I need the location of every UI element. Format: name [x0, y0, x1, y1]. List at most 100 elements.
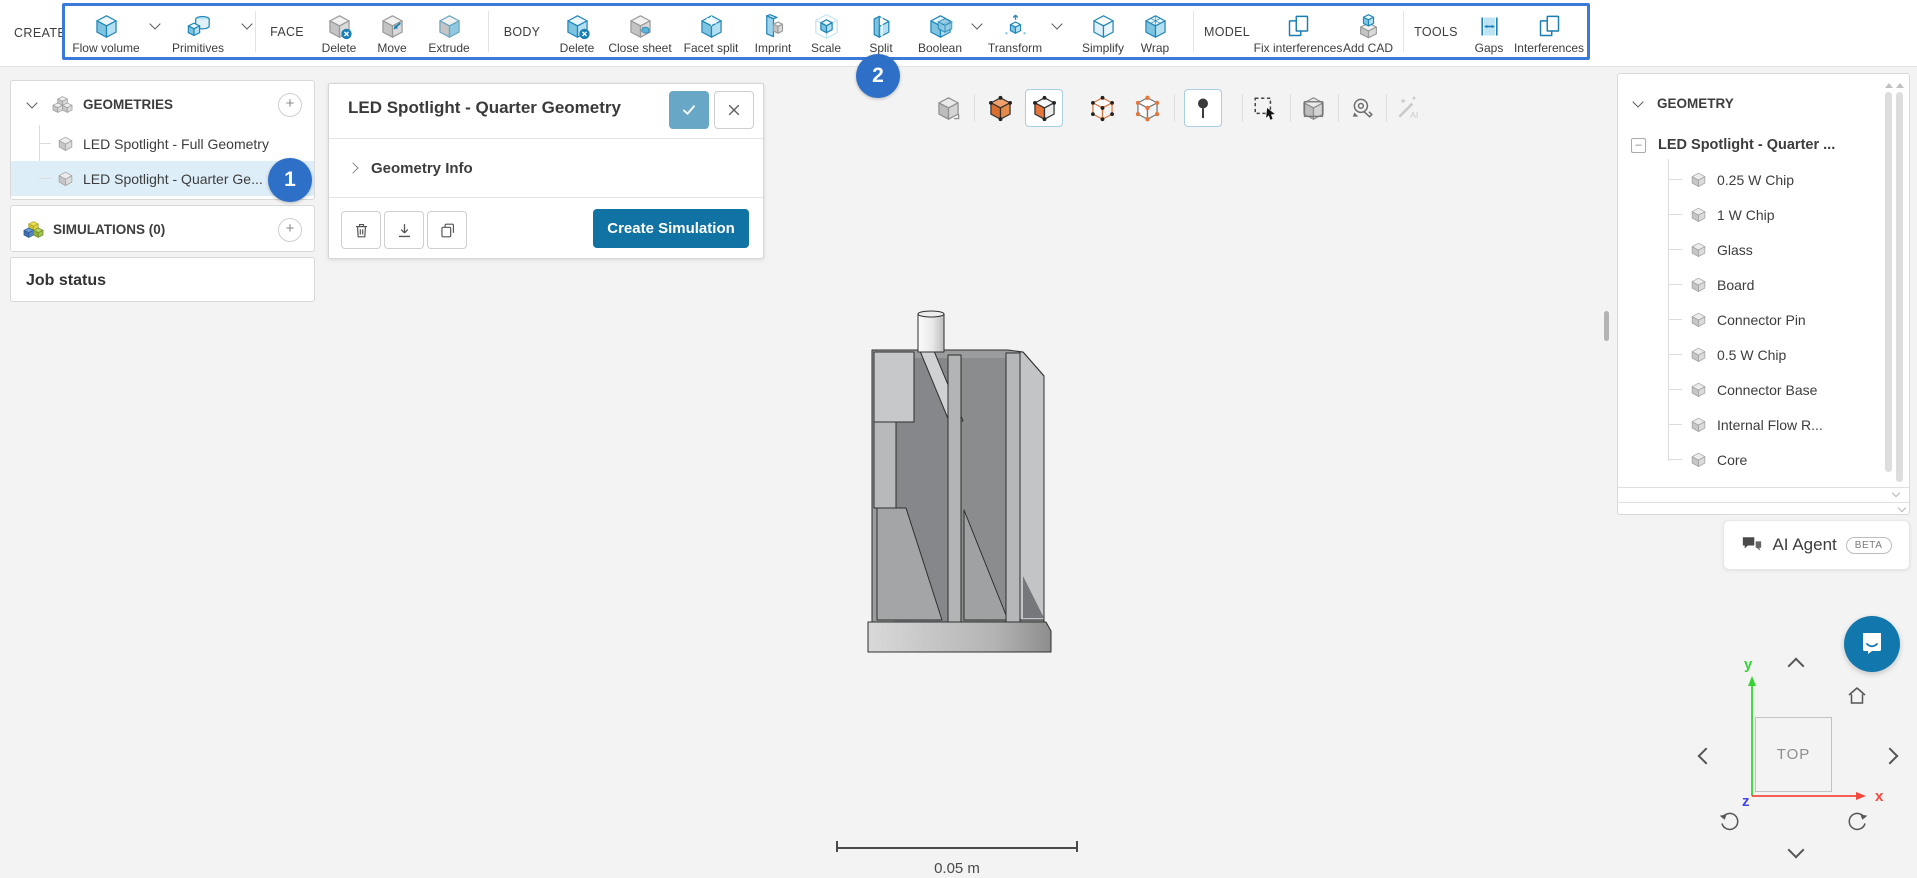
scale-bar: [836, 841, 1078, 852]
tree-item-label: Glass: [1717, 241, 1753, 258]
chevron-down-icon[interactable]: [1891, 488, 1901, 498]
collapse-icon[interactable]: –: [1631, 137, 1646, 153]
axis-x-label: x: [1875, 788, 1884, 805]
viewport-tool-measure[interactable]: [1343, 89, 1381, 127]
support-chat-button[interactable]: [1844, 616, 1900, 672]
part-cube-icon: [1690, 416, 1707, 433]
viewport-tool-select-faces[interactable]: [1025, 89, 1063, 127]
tree-root-row[interactable]: – LED Spotlight - Quarter ...: [1618, 131, 1909, 159]
ai-agent-label: AI Agent: [1772, 535, 1837, 554]
confirm-button[interactable]: [669, 91, 709, 129]
chevron-down-icon[interactable]: [1632, 95, 1644, 108]
axis-triad: [1748, 676, 1866, 800]
tree-item-glass[interactable]: Glass: [1618, 232, 1909, 267]
viewport-tool-box-select[interactable]: [1246, 89, 1284, 127]
scrollbar-thumb[interactable]: [1896, 92, 1903, 482]
collapsed-strip-1[interactable]: [1618, 487, 1909, 502]
copy-icon: [440, 223, 454, 237]
simulations-header[interactable]: SIMULATIONS (0): [11, 213, 314, 245]
geometry-item-led-spotlight-full-geometry[interactable]: LED Spotlight - Full Geometry: [11, 126, 314, 161]
toolbar-button-label: Split: [869, 41, 893, 55]
viewport-tool-clip-plane[interactable]: [1294, 89, 1332, 127]
ai-agent-button[interactable]: AI Agent BETA: [1723, 520, 1910, 570]
tree-item-0-25-w-chip[interactable]: 0.25 W Chip: [1618, 162, 1909, 197]
rotate-ccw-icon[interactable]: [1718, 810, 1740, 832]
toolbar-button-primitives[interactable]: Primitives: [155, 12, 241, 55]
toolbar-button-label: Add CAD: [1342, 41, 1394, 55]
panel-resize-handle[interactable]: [1604, 311, 1609, 341]
toolbar-button-transform[interactable]: Transform: [972, 12, 1058, 55]
scrollbar-thumb[interactable]: [1885, 92, 1892, 472]
tree-item-core[interactable]: Core: [1618, 442, 1909, 477]
viewport-tool-ai-assistant: AI: [1389, 89, 1427, 127]
probe-icon: [1198, 98, 1208, 119]
split-icon: [868, 12, 895, 40]
toolbar-button-wrap[interactable]: Wrap: [1112, 12, 1198, 55]
toolbar-button-label: Delete: [559, 41, 595, 55]
scroll-up-arrow[interactable]: [1896, 83, 1904, 88]
close-button[interactable]: [714, 91, 754, 129]
geometry-tree-header[interactable]: GEOMETRY: [1618, 89, 1909, 117]
geometry-cube-icon: [57, 170, 74, 187]
cad-toolbar-group-box: FACE BODY MODEL TOOLS Flow volume Primitives D…: [62, 3, 1590, 60]
tree-item-connector-base[interactable]: Connector Base: [1618, 372, 1909, 407]
toolbar-button-add-cad[interactable]: Add CAD: [1325, 12, 1411, 55]
app-window: { "colors":{ "accent_blue":"#2e70c8","pr…: [0, 0, 1917, 878]
create-section-label: CREATE: [14, 26, 67, 40]
led-spotlight-3d-model[interactable]: [860, 300, 1060, 660]
chevron-down-icon[interactable]: [1897, 503, 1907, 513]
geometry-cube-icon: [57, 135, 74, 152]
tree-item-internal-flow-r[interactable]: Internal Flow R...: [1618, 407, 1909, 442]
cube-blue-x-icon: [564, 12, 591, 40]
primitives-icon: [185, 12, 212, 40]
delete-geometry-button[interactable]: [341, 211, 381, 249]
geometries-icon: [52, 95, 73, 114]
toolbar-button-interferences[interactable]: Interferences: [1506, 12, 1592, 55]
shaded-cube-icon: [937, 96, 959, 120]
viewport-tool-select-volumes[interactable]: [981, 89, 1019, 127]
tree-item-0-5-w-chip[interactable]: 0.5 W Chip: [1618, 337, 1909, 372]
axis-y-label: y: [1744, 656, 1753, 673]
tree-item-1-w-chip[interactable]: 1 W Chip: [1618, 197, 1909, 232]
gaps-icon: [1476, 12, 1503, 40]
tree-tick: [39, 178, 51, 179]
geometries-header[interactable]: GEOMETRIES: [11, 89, 314, 119]
rotate-cw-icon[interactable]: [1847, 810, 1869, 832]
tree-item-label: Board: [1717, 276, 1755, 293]
toolbar-button-label: Primitives: [171, 41, 224, 55]
copy-geometry-button[interactable]: [427, 211, 467, 249]
viewport-tool-probe-point[interactable]: [1184, 89, 1222, 127]
toolbar-button-boolean[interactable]: Boolean: [897, 12, 983, 55]
tree-item-label: 1 W Chip: [1717, 206, 1775, 223]
tree-tick: [1668, 284, 1682, 285]
toolbar-button-label: Wrap: [1140, 41, 1170, 55]
geometry-info-label: Geometry Info: [371, 159, 473, 177]
geometry-info-section[interactable]: Geometry Info: [329, 139, 763, 197]
download-geometry-button[interactable]: [384, 211, 424, 249]
job-status-row[interactable]: Job status: [11, 258, 314, 303]
viewport-tool-select-vertices[interactable]: [1128, 89, 1166, 127]
tree-item-connector-pin[interactable]: Connector Pin: [1618, 302, 1909, 337]
pages-icon: [1536, 12, 1563, 40]
close-icon: [728, 104, 740, 116]
tree-item-board[interactable]: Board: [1618, 267, 1909, 302]
add-geometry-button[interactable]: +: [278, 93, 302, 117]
add-simulation-button[interactable]: +: [278, 218, 302, 242]
viewport-tool-render-mode[interactable]: [929, 89, 967, 127]
chevron-right-icon[interactable]: [347, 162, 359, 174]
home-view-icon[interactable]: [1847, 686, 1867, 705]
viewport-tool-select-edges[interactable]: [1083, 89, 1121, 127]
geometry-tree-panel: GEOMETRY – LED Spotlight - Quarter ... 0…: [1617, 73, 1910, 515]
toolbar-button-label: Extrude: [428, 41, 470, 55]
create-simulation-button[interactable]: Create Simulation: [593, 209, 749, 248]
tree-tick: [1668, 179, 1682, 180]
scroll-up-arrow[interactable]: [1885, 83, 1893, 88]
viewport-toolbar-separator: [1338, 94, 1339, 122]
chevron-down-icon[interactable]: [241, 18, 253, 30]
chevron-down-icon[interactable]: [26, 96, 38, 109]
toolbar-button-label: Interferences: [1513, 41, 1585, 55]
collapsed-strip-2[interactable]: [1618, 502, 1909, 515]
toolbar-button-extrude[interactable]: Extrude: [406, 12, 492, 55]
toolbar-button-flow-volume[interactable]: Flow volume: [63, 12, 149, 55]
scale-icon: [813, 12, 840, 40]
